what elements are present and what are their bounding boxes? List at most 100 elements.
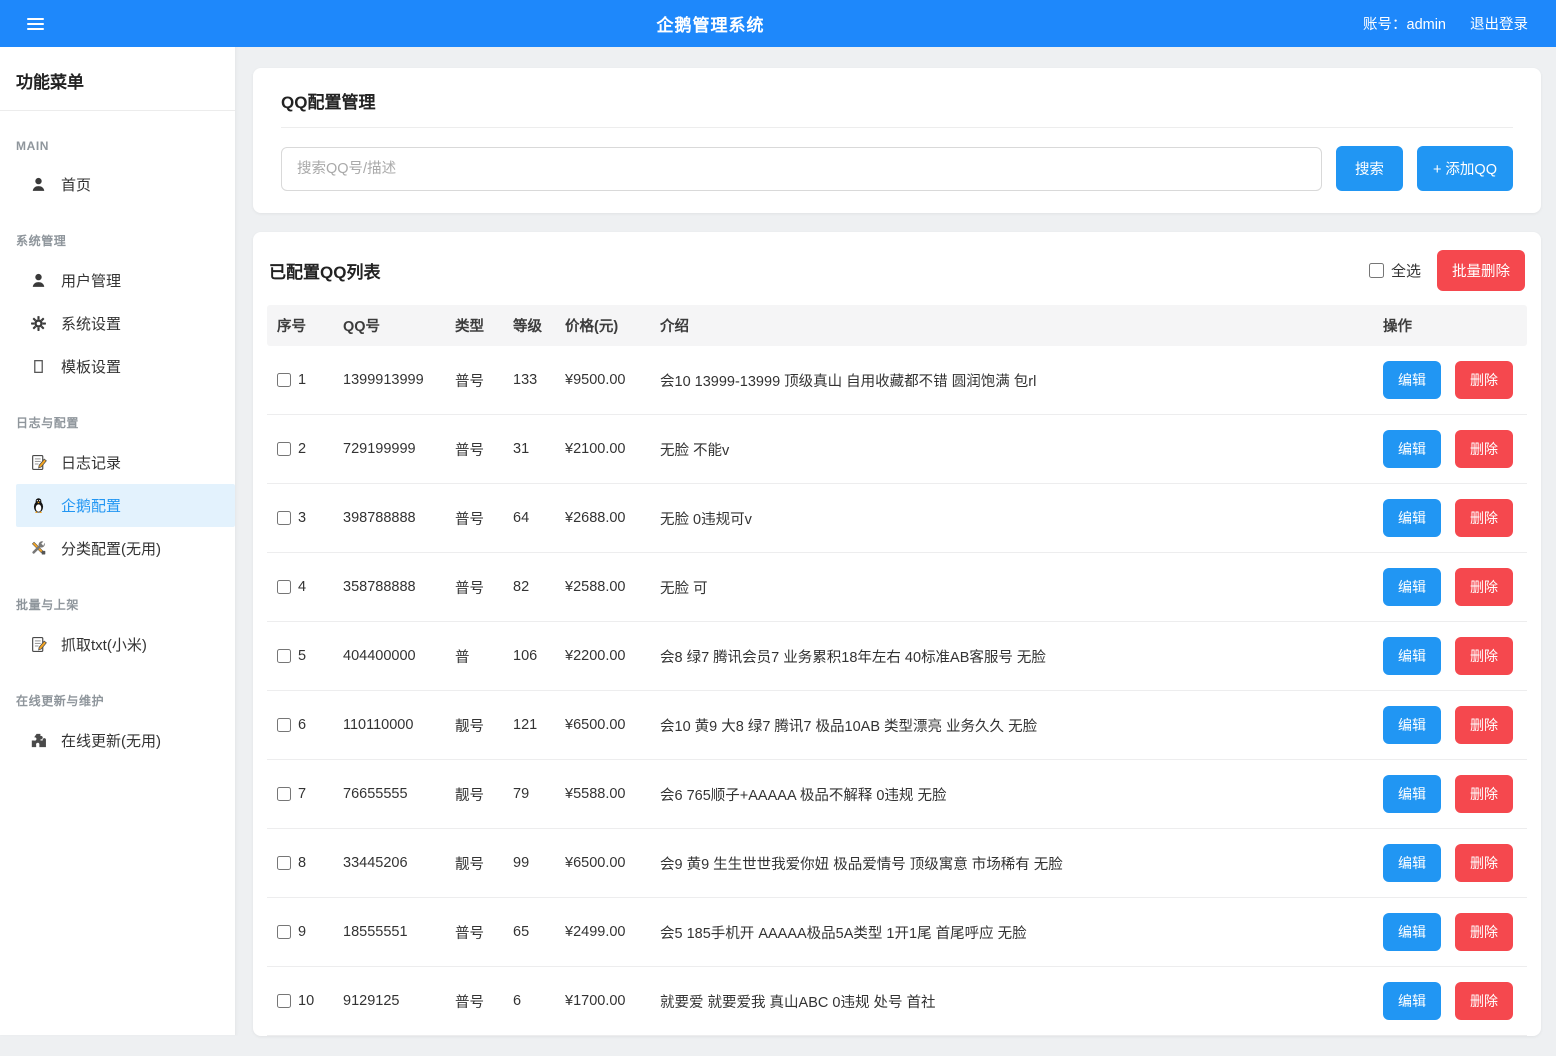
row-level: 106 [503,648,555,664]
sidebar: 功能菜单 MAIN首页系统管理用户管理系统设置模板设置日志与配置日志记录企鹅配置… [0,47,236,1035]
row-checkbox[interactable] [277,442,291,456]
row-index: 5 [298,648,306,664]
sidebar-item[interactable]: 系统设置 [16,302,235,345]
row-qq-number: 398788888 [333,510,445,526]
edit-button[interactable]: 编辑 [1383,568,1441,606]
row-description: 会6 765顺子+AAAAA 极品不解释 0违规 无脸 [650,784,1373,805]
edit-button[interactable]: 编辑 [1383,775,1441,813]
row-qq-number: 404400000 [333,648,445,664]
sidebar-item[interactable]: 在线更新(无用) [16,719,235,762]
sidebar-item[interactable]: 分类配置(无用) [16,527,235,570]
qq-list-card: 已配置QQ列表 全选 批量删除 序号 QQ号 类型 等级 价格(元) 介绍 操作… [253,232,1541,1036]
row-description: 无脸 可 [650,577,1373,598]
edit-button[interactable]: 编辑 [1383,430,1441,468]
column-header-desc: 介绍 [650,315,1373,336]
row-checkbox[interactable] [277,511,291,525]
row-price: ¥9500.00 [555,372,650,388]
table-row: 833445206靓号99¥6500.00会9 黄9 生生世世我爱你妞 极品爱情… [267,829,1527,898]
gear-icon [30,315,47,332]
row-actions-cell: 编辑删除 [1373,775,1527,813]
sidebar-item[interactable]: 企鹅配置 [16,484,235,527]
delete-button[interactable]: 删除 [1455,637,1513,675]
row-index: 9 [298,924,306,940]
logout-link[interactable]: 退出登录 [1470,13,1528,34]
select-all-control[interactable]: 全选 [1369,260,1421,281]
batch-delete-button[interactable]: 批量删除 [1437,250,1525,291]
top-header: 企鹅管理系统 账号：admin 退出登录 [0,0,1556,47]
delete-button[interactable]: 删除 [1455,775,1513,813]
row-checkbox[interactable] [277,373,291,387]
row-price: ¥2200.00 [555,648,650,664]
delete-button[interactable]: 删除 [1455,913,1513,951]
row-index-cell: 5 [267,648,333,664]
row-price: ¥2100.00 [555,441,650,457]
row-checkbox[interactable] [277,787,291,801]
sidebar-item-label: 模板设置 [61,356,121,377]
sidebar-item[interactable]: 模板设置 [16,345,235,388]
delete-button[interactable]: 删除 [1455,706,1513,744]
row-index-cell: 10 [267,993,333,1009]
row-checkbox[interactable] [277,580,291,594]
delete-button[interactable]: 删除 [1455,844,1513,882]
table-body: 11399913999普号133¥9500.00会10 13999-13999 … [267,346,1527,1036]
row-actions-cell: 编辑删除 [1373,637,1527,675]
row-level: 79 [503,786,555,802]
select-all-checkbox[interactable] [1369,263,1384,278]
row-checkbox[interactable] [277,718,291,732]
row-level: 64 [503,510,555,526]
hamburger-menu-icon[interactable] [12,0,58,47]
edit-button[interactable]: 编辑 [1383,706,1441,744]
row-level: 6 [503,993,555,1009]
edit-button[interactable]: 编辑 [1383,499,1441,537]
memo-icon [30,636,47,653]
column-header-actions: 操作 [1373,315,1527,336]
delete-button[interactable]: 删除 [1455,982,1513,1020]
row-description: 会10 13999-13999 顶级真山 自用收藏都不错 圆润饱满 包rl [650,370,1373,391]
row-type: 靓号 [445,715,503,736]
row-level: 82 [503,579,555,595]
row-description: 会10 黄9 大8 绿7 腾讯7 极品10AB 类型漂亮 业务久久 无脸 [650,715,1373,736]
sidebar-item[interactable]: 抓取txt(小米) [16,623,235,666]
row-index-cell: 6 [267,717,333,733]
memo-icon [30,454,47,471]
row-description: 无脸 0违规可v [650,508,1373,529]
edit-button[interactable]: 编辑 [1383,844,1441,882]
add-qq-button[interactable]: + 添加QQ [1417,146,1513,191]
edit-button[interactable]: 编辑 [1383,913,1441,951]
sidebar-item-label: 日志记录 [61,452,121,473]
sidebar-item-label: 首页 [61,174,91,195]
sidebar-section-label: 日志与配置 [0,414,235,431]
delete-button[interactable]: 删除 [1455,499,1513,537]
row-checkbox[interactable] [277,649,291,663]
row-checkbox[interactable] [277,994,291,1008]
table-row: 5404400000普106¥2200.00会8 绿7 腾讯会员7 业务累积18… [267,622,1527,691]
search-button[interactable]: 搜索 [1336,146,1403,191]
app-title: 企鹅管理系统 [58,11,1363,36]
row-actions-cell: 编辑删除 [1373,499,1527,537]
account-label: 账号：admin [1363,13,1446,34]
qq-config-card: QQ配置管理 搜索 + 添加QQ [253,68,1541,213]
edit-button[interactable]: 编辑 [1383,637,1441,675]
edit-button[interactable]: 编辑 [1383,361,1441,399]
delete-button[interactable]: 删除 [1455,568,1513,606]
edit-button[interactable]: 编辑 [1383,982,1441,1020]
delete-button[interactable]: 删除 [1455,430,1513,468]
table-header-row: 序号 QQ号 类型 等级 价格(元) 介绍 操作 [267,305,1527,346]
delete-button[interactable]: 删除 [1455,361,1513,399]
row-qq-number: 18555551 [333,924,445,940]
row-qq-number: 76655555 [333,786,445,802]
row-price: ¥2688.00 [555,510,650,526]
sidebar-item[interactable]: 用户管理 [16,259,235,302]
row-checkbox[interactable] [277,856,291,870]
column-header-qq: QQ号 [333,315,445,336]
row-index-cell: 4 [267,579,333,595]
row-actions-cell: 编辑删除 [1373,844,1527,882]
sidebar-item[interactable]: 日志记录 [16,441,235,484]
search-input[interactable] [281,147,1322,191]
row-checkbox[interactable] [277,925,291,939]
sidebar-item-label: 系统设置 [61,313,121,334]
sidebar-item[interactable]: 首页 [16,163,235,206]
row-index: 1 [298,372,306,388]
row-index: 10 [298,993,314,1009]
row-description: 就要爱 就要爱我 真山ABC 0违规 处号 首社 [650,991,1373,1012]
